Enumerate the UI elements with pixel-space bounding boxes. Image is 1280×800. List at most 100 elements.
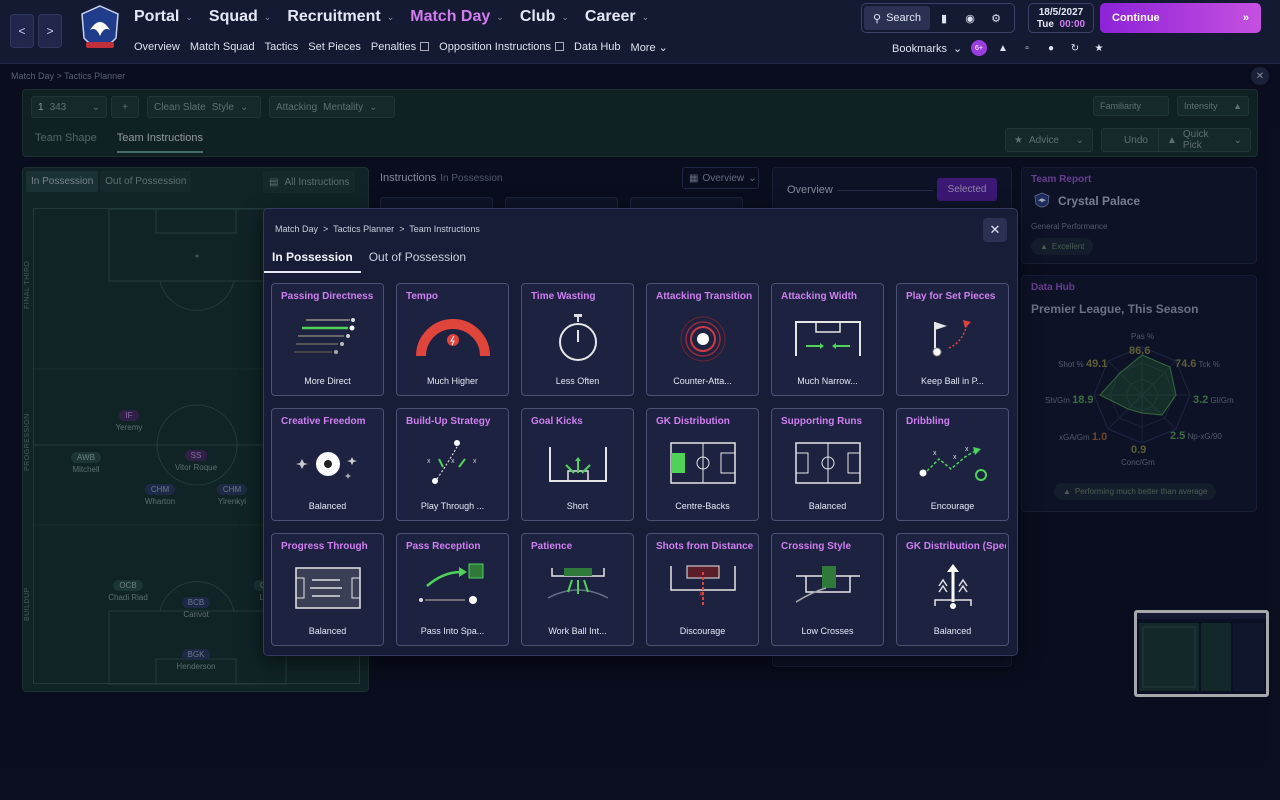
quick-pick-button[interactable]: ▲ Quick Pick ⌄ <box>1158 128 1251 152</box>
chevron-right-icon: > <box>396 224 407 234</box>
breadcrumb-tactics-planner[interactable]: Tactics Planner <box>333 224 394 234</box>
mentality-select[interactable]: Attacking Mentality ⌄ <box>269 96 395 118</box>
card-creative-freedom[interactable]: Creative Freedom Balanced <box>271 408 384 521</box>
card-crossing-style[interactable]: Crossing Style Low Crosses <box>771 533 884 646</box>
tab-out-of-possession[interactable]: Out of Possession <box>100 171 192 192</box>
advice-button[interactable]: ★ Advice ⌄ <box>1005 128 1093 152</box>
tab-team-shape[interactable]: Team Shape <box>35 132 97 153</box>
card-pass-reception[interactable]: Pass Reception Pass Into Spa... <box>396 533 509 646</box>
player-bgk[interactable]: BGK Henderson <box>166 648 226 671</box>
nav-squad[interactable]: Squad ⌄ <box>209 8 271 26</box>
nav-recruitment[interactable]: Recruitment ⌄ <box>287 8 394 26</box>
tab-in-possession[interactable]: In Possession <box>26 171 99 192</box>
player-ocb-left[interactable]: OCB Chadi Riad <box>98 579 158 602</box>
card-supporting-runs[interactable]: Supporting Runs Balanced <box>771 408 884 521</box>
nav-club[interactable]: Club ⌄ <box>520 8 569 26</box>
bookmark-button[interactable]: ▮ <box>932 6 956 30</box>
breadcrumb-team-instructions[interactable]: Team Instructions <box>409 224 480 234</box>
card-gk-distribution[interactable]: GK Distribution Centre-Backs <box>646 408 759 521</box>
tab-team-instructions[interactable]: Team Instructions <box>116 132 203 153</box>
overview-title: Overview <box>787 184 833 196</box>
back-button[interactable]: < <box>10 14 34 48</box>
minimap-preview[interactable] <box>1134 610 1269 697</box>
search-button[interactable]: ⚲ Search <box>864 6 930 30</box>
close-modal-button[interactable]: ✕ <box>983 218 1007 242</box>
familiarity-indicator[interactable]: Familiarity <box>1093 96 1169 116</box>
nav-match-day[interactable]: Match Day ⌄ <box>410 8 504 26</box>
stopwatch-icon <box>559 314 597 361</box>
add-tactic-button[interactable]: + <box>111 96 139 118</box>
tab-out-of-possession[interactable]: Out of Possession <box>361 249 474 273</box>
nav-career[interactable]: Career ⌄ <box>585 8 649 26</box>
target-rings-icon <box>680 316 726 362</box>
player-if-left[interactable]: IF Yeremy <box>99 409 159 432</box>
modal-breadcrumb: Match Day > Tactics Planner > Team Instr… <box>275 224 480 234</box>
refresh-icon[interactable]: ↻ <box>1067 40 1083 56</box>
zone-progression: PROGRESSION <box>24 413 31 471</box>
player-bcb[interactable]: BCB Canvot <box>166 596 226 619</box>
player-ss[interactable]: SS Vitor Roque <box>166 449 226 472</box>
instructions-view-select[interactable]: ▦ Overview ⌄ <box>682 167 759 189</box>
shirt-icon[interactable]: ▲ <box>995 40 1011 56</box>
style-select[interactable]: Clean Slate Style ⌄ <box>147 96 261 118</box>
staff-icon[interactable]: ● <box>1043 40 1059 56</box>
breadcrumb[interactable]: Match Day > Tactics Planner <box>11 71 125 81</box>
subnav-more[interactable]: More ⌄ <box>631 41 668 54</box>
list-icon: ▤ <box>269 176 279 188</box>
tab-in-possession[interactable]: In Possession <box>264 249 361 273</box>
player-chm-left[interactable]: CHM Wharton <box>130 483 190 506</box>
selected-button[interactable]: Selected <box>937 178 997 201</box>
subnav-penalties[interactable]: Penalties <box>371 41 430 54</box>
globe-button[interactable]: ◉ <box>958 6 982 30</box>
general-performance-label: General Performance <box>1031 222 1108 231</box>
chevron-down-icon: ⌄ <box>561 11 569 22</box>
club-name[interactable]: Crystal Palace <box>1058 194 1140 208</box>
club-crest-icon[interactable] <box>78 4 122 58</box>
close-page-button[interactable]: ✕ <box>1251 67 1269 85</box>
card-gk-distribution-speed[interactable]: GK Distribution (Speed Balanced <box>896 533 1009 646</box>
nav-portal[interactable]: Portal ⌄ <box>134 8 193 26</box>
card-progress-through[interactable]: Progress Through Balanced <box>271 533 384 646</box>
card-attacking-transition[interactable]: Attacking Transition Counter-Atta... <box>646 283 759 396</box>
subnav-set-pieces[interactable]: Set Pieces <box>308 41 361 54</box>
card-patience[interactable]: Patience Work Ball Int... <box>521 533 634 646</box>
stat-xga: xGA/Gm 1.0 <box>1059 431 1108 443</box>
card-attacking-width[interactable]: Attacking Width Much Narrow... <box>771 283 884 396</box>
all-instructions-button[interactable]: ▤ All Instructions <box>263 171 356 193</box>
subnav-tactics[interactable]: Tactics <box>265 41 299 54</box>
card-passing-directness[interactable]: Passing Directness More Direct <box>271 283 384 396</box>
subnav-match-squad[interactable]: Match Squad <box>190 41 255 54</box>
card-time-wasting[interactable]: Time Wasting Less Often <box>521 283 634 396</box>
continue-button[interactable]: Continue » <box>1100 3 1261 33</box>
time-text: 00:00 <box>1059 19 1086 30</box>
card-shots-from-distance[interactable]: Shots from Distance x Discourage <box>646 533 759 646</box>
notification-badge[interactable]: 6+ <box>971 40 987 56</box>
formation-select[interactable]: 1 343 ⌄ <box>31 96 107 118</box>
bookmarks-dropdown[interactable]: Bookmarks ⌄ <box>892 42 963 56</box>
date-text: 18/5/2027 <box>1038 7 1084 18</box>
card-dribbling[interactable]: Dribbling xxx Encourage <box>896 408 1009 521</box>
card-build-up-strategy[interactable]: Build-Up Strategy xxx Play Through ... <box>396 408 509 521</box>
subnav-overview[interactable]: Overview <box>134 41 180 54</box>
chevron-down-icon: ⌄ <box>953 43 963 55</box>
clipboard-icon[interactable]: ▫ <box>1019 40 1035 56</box>
trophy-icon[interactable]: ★ <box>1091 40 1107 56</box>
card-tempo[interactable]: Tempo Much Higher <box>396 283 509 396</box>
main-nav: Portal ⌄ Squad ⌄ Recruitment ⌄ Match Day ⌄ C… <box>134 8 649 26</box>
player-chm-right[interactable]: CHM Yirenkyi <box>202 483 262 506</box>
back-arrow-icon: < <box>18 24 26 38</box>
patience-box-icon <box>547 568 609 599</box>
card-play-for-set-pieces[interactable]: Play for Set Pieces Keep Ball in P... <box>896 283 1009 396</box>
date-display[interactable]: 18/5/2027 Tue 00:00 <box>1028 3 1094 33</box>
svg-text:x: x <box>473 458 477 465</box>
card-goal-kicks[interactable]: Goal Kicks Short <box>521 408 634 521</box>
subnav-opposition-instructions[interactable]: Opposition Instructions <box>439 41 565 54</box>
player-awb[interactable]: AWB Mitchell <box>56 451 116 474</box>
pitch-tabs: In Possession Out of Possession <box>26 171 192 192</box>
forward-button[interactable]: > <box>38 14 62 48</box>
settings-button[interactable]: ⚙ <box>984 6 1008 30</box>
subnav-data-hub[interactable]: Data Hub <box>574 41 620 54</box>
breadcrumb-match-day[interactable]: Match Day <box>275 224 318 234</box>
intensity-indicator[interactable]: Intensity ▲ <box>1177 96 1249 116</box>
pass-space-icon <box>419 563 484 604</box>
